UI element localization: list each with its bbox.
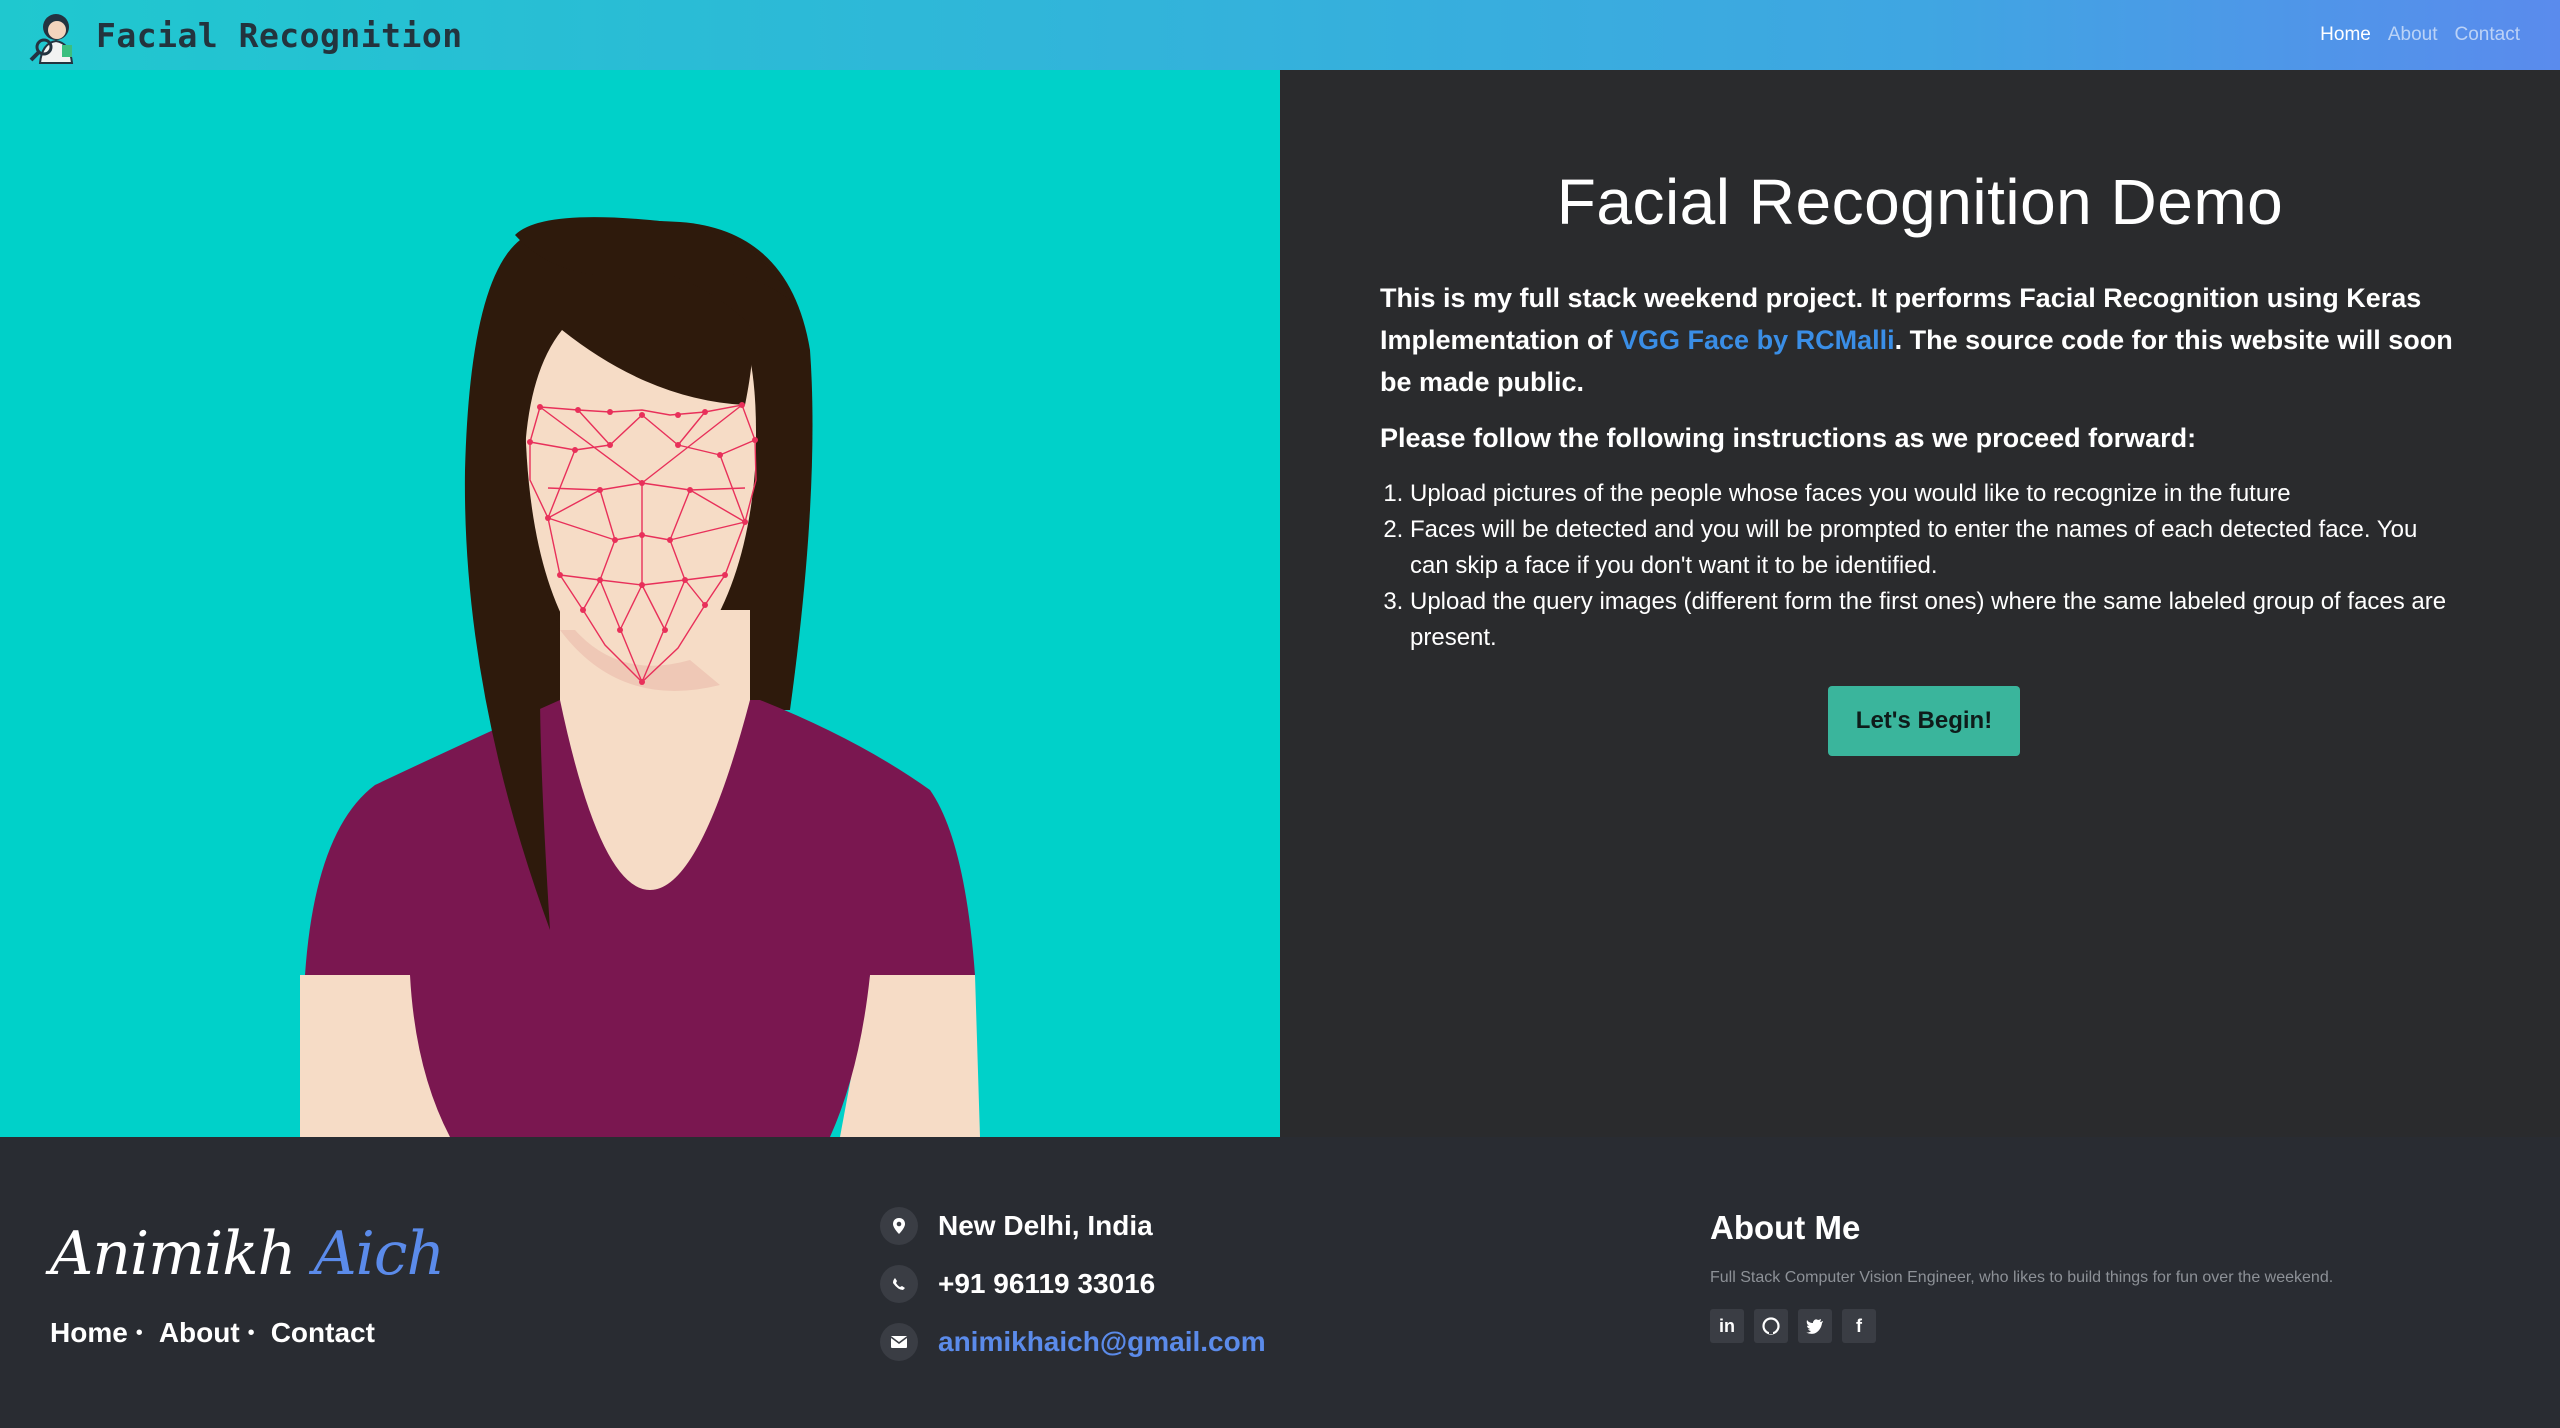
signature-last-name: Aich (313, 1219, 445, 1289)
phone-icon (880, 1265, 918, 1303)
footer-signature: Animikh Aich (50, 1219, 445, 1289)
begin-wrapper: Let's Begin! (1380, 686, 2460, 756)
hero-content-panel: Facial Recognition Demo This is my full … (1280, 70, 2560, 1137)
instructions-heading: Please follow the following instructions… (1380, 423, 2197, 453)
nav-home-link[interactable]: Home (2320, 24, 2371, 46)
email-link[interactable]: animikhaich@gmail.com (938, 1326, 1266, 1358)
footer: Animikh Aich Home • About • Contact New De… (0, 1137, 2560, 1428)
brand-logo-icon (29, 14, 74, 64)
hero-illustration-panel (0, 70, 1280, 1137)
map-pin-icon (880, 1207, 918, 1245)
twitter-icon[interactable] (1798, 1309, 1832, 1343)
nav-about-link[interactable]: About (2388, 24, 2438, 46)
social-links: in f (1710, 1309, 2333, 1343)
navbar: Facial Recognition Home About Contact (0, 0, 2560, 70)
brand-title: Facial Recognition (96, 15, 463, 55)
phone-text: +91 96119 33016 (938, 1268, 1156, 1299)
about-description: Full Stack Computer Vision Engineer, who… (1710, 1269, 2334, 1286)
nav-links: Home About Contact (2320, 24, 2520, 46)
instruction-step: Upload pictures of the people whose face… (1410, 476, 2460, 512)
footer-about-link[interactable]: About (159, 1317, 240, 1349)
separator-dot: • (135, 1321, 143, 1344)
instruction-step: Upload the query images (different form … (1410, 584, 2460, 656)
page-title: Facial Recognition Demo (1556, 166, 2284, 238)
separator-dot: • (247, 1321, 255, 1344)
instruction-step: Faces will be detected and you will be p… (1410, 512, 2460, 584)
contact-info: New Delhi, India +91 96119 33016 animikh… (880, 1197, 1266, 1371)
footer-nav: Home • About • Contact (50, 1317, 375, 1349)
nav-contact-link[interactable]: Contact (2455, 24, 2520, 46)
location-row: New Delhi, India (880, 1197, 1266, 1255)
facebook-icon[interactable]: f (1842, 1309, 1876, 1343)
about-section: About Me Full Stack Computer Vision Engi… (1710, 1209, 2333, 1343)
lets-begin-button[interactable]: Let's Begin! (1827, 686, 2021, 756)
envelope-icon (880, 1323, 918, 1361)
vgg-face-link[interactable]: VGG Face by RCMalli (1620, 325, 1895, 355)
email-row: animikhaich@gmail.com (880, 1313, 1266, 1371)
instructions-list: Upload pictures of the people whose face… (1380, 476, 2460, 656)
signature-first-name: Animikh (50, 1219, 296, 1289)
phone-row: +91 96119 33016 (880, 1255, 1266, 1313)
github-icon[interactable] (1754, 1309, 1788, 1343)
location-text: New Delhi, India (938, 1210, 1153, 1241)
intro-paragraph: This is my full stack weekend project. I… (1380, 277, 2460, 403)
brand[interactable]: Facial Recognition (26, 5, 463, 65)
linkedin-icon[interactable]: in (1710, 1309, 1744, 1343)
footer-home-link[interactable]: Home (50, 1317, 128, 1349)
about-title: About Me (1710, 1209, 1861, 1246)
face-mesh-illustration (300, 217, 980, 1137)
footer-contact-link[interactable]: Contact (271, 1317, 375, 1349)
